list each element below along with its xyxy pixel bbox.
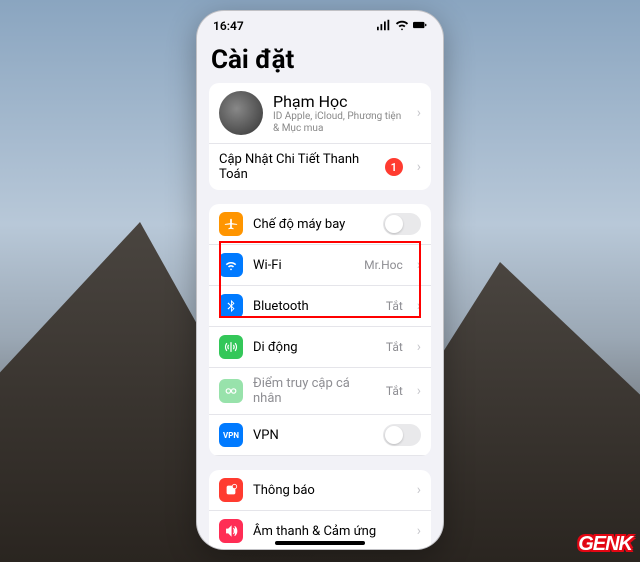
- general-group: Thông báo › Âm thanh & Cảm ứng › Tập tru…: [209, 470, 431, 550]
- bluetooth-icon: [219, 294, 243, 318]
- bluetooth-row[interactable]: Bluetooth Tắt ›: [209, 286, 431, 327]
- wifi-label: Wi-Fi: [253, 258, 354, 273]
- page-title: Cài đặt: [197, 41, 443, 83]
- bluetooth-detail: Tắt: [386, 299, 403, 313]
- signal-icon: [377, 18, 391, 35]
- status-time: 16:47: [213, 19, 244, 33]
- cellular-label: Di động: [253, 340, 376, 355]
- profile-row[interactable]: Phạm Học ID Apple, iCloud, Phương tiện &…: [209, 83, 431, 144]
- hotspot-icon: [219, 379, 243, 403]
- vpn-label: VPN: [253, 428, 373, 443]
- vpn-icon: VPN: [219, 423, 243, 447]
- status-bar: 16:47: [197, 11, 443, 41]
- chevron-icon: ›: [417, 523, 421, 539]
- wifi-icon: [219, 253, 243, 277]
- wifi-icon: [395, 18, 409, 35]
- network-group: Chế độ máy bay Wi-Fi Mr.Hoc › Bluetooth …: [209, 204, 431, 456]
- home-indicator[interactable]: [275, 541, 365, 545]
- airplane-icon: [219, 212, 243, 236]
- chevron-icon: ›: [417, 298, 421, 314]
- vpn-toggle[interactable]: [383, 424, 421, 446]
- hotspot-label: Điểm truy cập cá nhân: [253, 376, 376, 406]
- profile-subtitle: ID Apple, iCloud, Phương tiện & Mục mua: [273, 111, 403, 135]
- wifi-row[interactable]: Wi-Fi Mr.Hoc ›: [209, 245, 431, 286]
- chevron-icon: ›: [417, 339, 421, 355]
- cellular-detail: Tắt: [386, 340, 403, 354]
- payment-badge: 1: [385, 158, 403, 176]
- profile-name: Phạm Học: [273, 92, 403, 111]
- phone-frame: 16:47 Cài đặt Phạm Học ID Apple, iCloud,…: [196, 10, 444, 550]
- cellular-icon: [219, 335, 243, 359]
- chevron-icon: ›: [417, 159, 421, 175]
- sounds-icon: [219, 519, 243, 543]
- chevron-icon: ›: [417, 482, 421, 498]
- chevron-icon: ›: [417, 105, 421, 121]
- watermark: GENK: [578, 533, 632, 556]
- bluetooth-label: Bluetooth: [253, 299, 376, 314]
- wifi-detail: Mr.Hoc: [364, 258, 403, 272]
- chevron-icon: ›: [417, 257, 421, 273]
- notifications-label: Thông báo: [253, 483, 403, 498]
- airplane-toggle[interactable]: [383, 213, 421, 235]
- notifications-icon: [219, 478, 243, 502]
- hotspot-row[interactable]: Điểm truy cập cá nhân Tắt ›: [209, 368, 431, 415]
- payment-row[interactable]: Cập Nhật Chi Tiết Thanh Toán 1 ›: [209, 144, 431, 190]
- status-indicators: [377, 18, 427, 35]
- payment-label: Cập Nhật Chi Tiết Thanh Toán: [219, 152, 375, 182]
- battery-icon: [413, 18, 427, 35]
- profile-group: Phạm Học ID Apple, iCloud, Phương tiện &…: [209, 83, 431, 190]
- airplane-label: Chế độ máy bay: [253, 217, 373, 232]
- hotspot-detail: Tắt: [386, 384, 403, 398]
- cellular-row[interactable]: Di động Tắt ›: [209, 327, 431, 368]
- notifications-row[interactable]: Thông báo ›: [209, 470, 431, 511]
- sounds-label: Âm thanh & Cảm ứng: [253, 524, 403, 539]
- avatar: [219, 91, 263, 135]
- airplane-row[interactable]: Chế độ máy bay: [209, 204, 431, 245]
- chevron-icon: ›: [417, 383, 421, 399]
- vpn-row[interactable]: VPN VPN: [209, 415, 431, 456]
